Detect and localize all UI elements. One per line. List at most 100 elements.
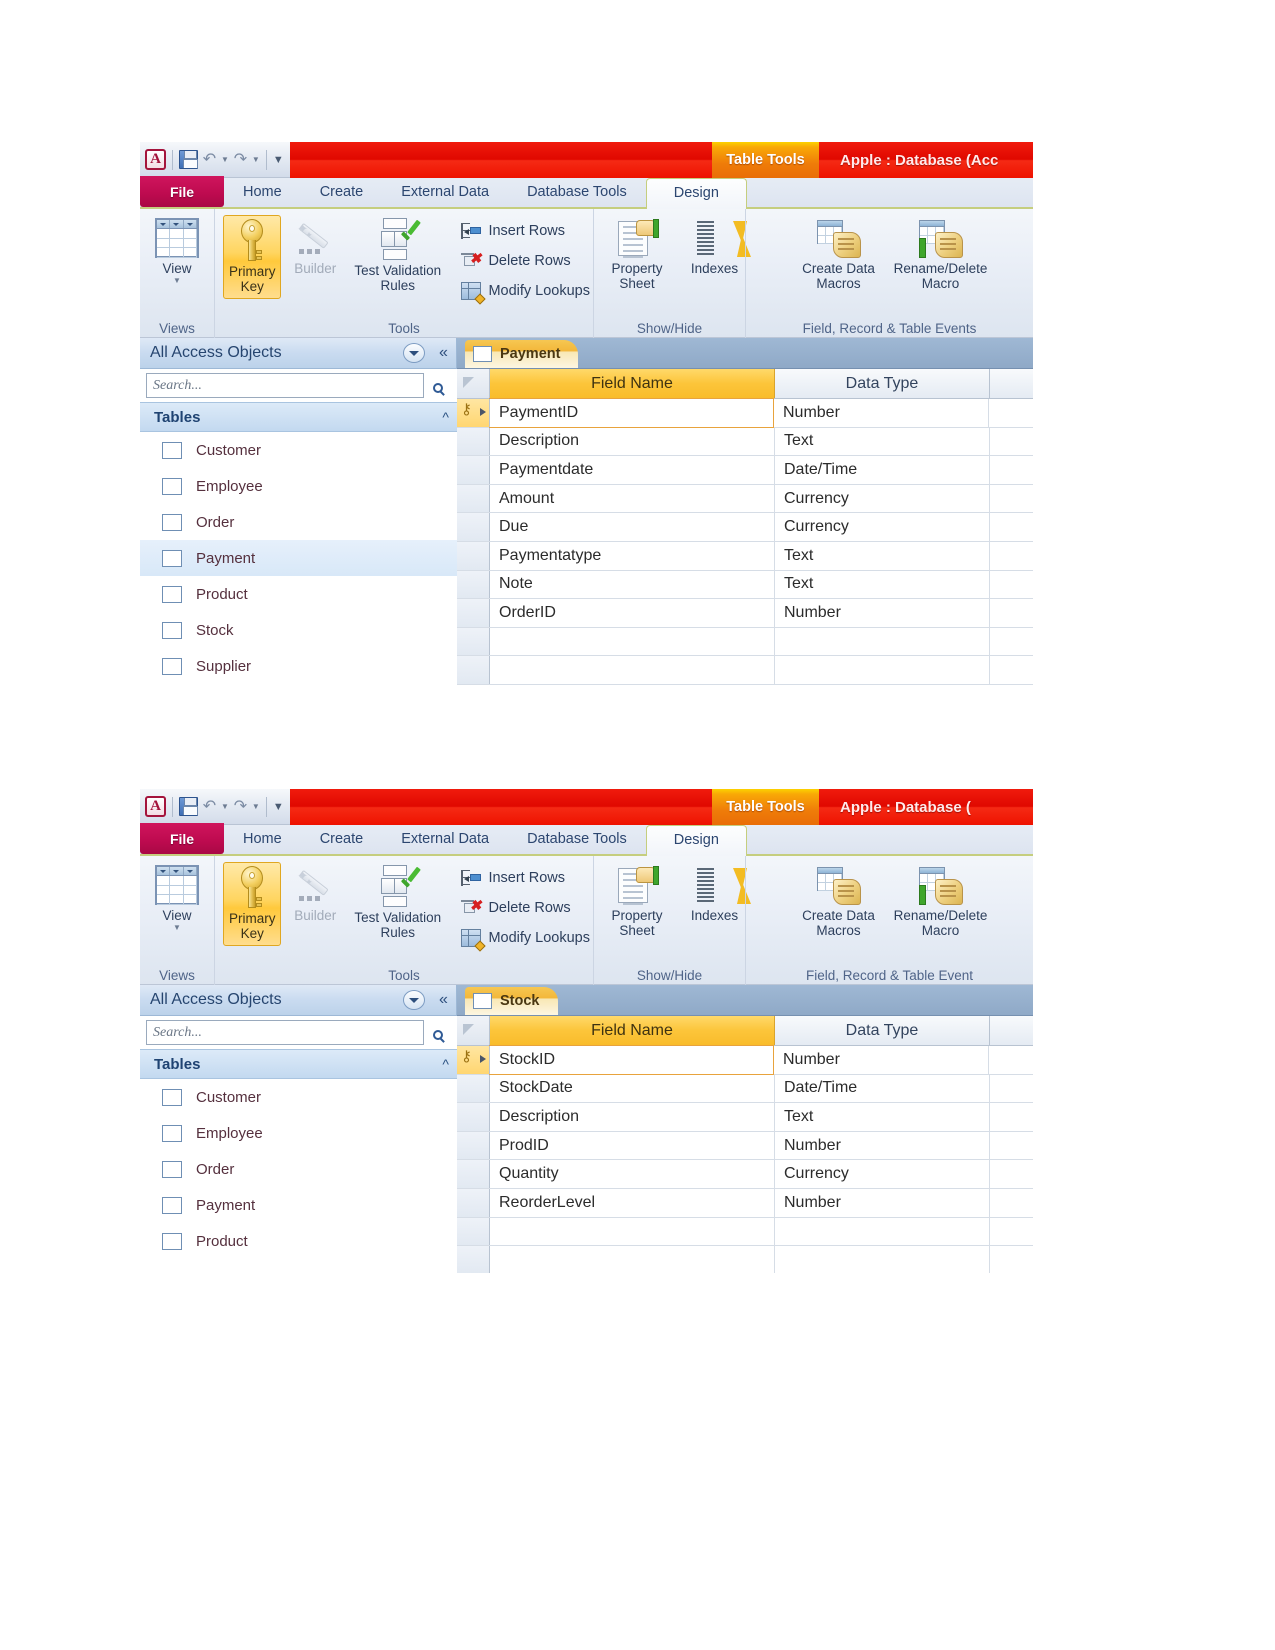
- description-cell[interactable]: [990, 571, 1033, 599]
- column-header-description[interactable]: [990, 369, 1033, 398]
- description-cell[interactable]: [990, 1103, 1033, 1131]
- row-selector[interactable]: [457, 484, 490, 513]
- field-name-cell[interactable]: Description: [490, 427, 775, 456]
- description-cell[interactable]: [990, 1218, 1033, 1246]
- field-name-cell[interactable]: [490, 656, 775, 684]
- data-type-cell[interactable]: [775, 656, 990, 684]
- field-name-cell[interactable]: Paymentatype: [490, 541, 775, 570]
- description-cell[interactable]: [990, 456, 1033, 484]
- nav-item-product[interactable]: Product: [140, 576, 457, 612]
- redo-icon[interactable]: ↷: [232, 798, 249, 815]
- column-header-field-name[interactable]: Field Name: [490, 1016, 775, 1045]
- description-cell[interactable]: [990, 1189, 1033, 1217]
- chevron-up-icon[interactable]: ^: [442, 1056, 448, 1072]
- save-icon[interactable]: [179, 797, 198, 816]
- undo-icon[interactable]: ↶: [201, 798, 218, 815]
- undo-icon[interactable]: ↶: [201, 151, 218, 168]
- quick-access-toolbar[interactable]: A ↶ ▼ ↷ ▼ ▼: [140, 789, 290, 825]
- row-selector[interactable]: [457, 1131, 490, 1160]
- field-name-cell[interactable]: ReorderLevel: [490, 1188, 775, 1217]
- tab-home[interactable]: Home: [224, 176, 301, 207]
- description-cell[interactable]: [990, 599, 1033, 627]
- customize-qat-icon[interactable]: ▼: [273, 154, 284, 166]
- table-row[interactable]: [457, 1246, 1033, 1273]
- search-input[interactable]: Search...: [146, 1020, 424, 1045]
- nav-item-supplier[interactable]: Supplier: [140, 648, 457, 684]
- field-name-cell[interactable]: OrderID: [490, 599, 775, 627]
- tab-external-data[interactable]: External Data: [382, 176, 508, 207]
- access-logo-icon[interactable]: A: [145, 149, 166, 170]
- view-dropdown-icon[interactable]: ▼: [173, 276, 181, 285]
- field-name-cell[interactable]: Quantity: [490, 1160, 775, 1188]
- collapse-pane-icon[interactable]: «: [428, 991, 456, 1009]
- description-cell[interactable]: [989, 399, 1033, 427]
- column-header-data-type[interactable]: Data Type: [775, 1016, 990, 1045]
- table-row[interactable]: ReorderLevel Number: [457, 1188, 1033, 1218]
- nav-item-employee[interactable]: Employee: [140, 468, 457, 504]
- data-type-cell[interactable]: Date/Time: [775, 1074, 990, 1103]
- undo-dropdown-icon[interactable]: ▼: [221, 155, 229, 164]
- data-type-cell[interactable]: Text: [775, 1103, 990, 1131]
- description-cell[interactable]: [990, 656, 1033, 684]
- row-selector[interactable]: [457, 513, 490, 541]
- table-row[interactable]: Note Text: [457, 570, 1033, 600]
- table-row[interactable]: [457, 1217, 1033, 1247]
- navigation-group-tables[interactable]: Tables ^: [140, 1049, 457, 1079]
- view-dropdown-icon[interactable]: ▼: [173, 923, 181, 932]
- indexes-button[interactable]: Indexes: [684, 215, 751, 276]
- table-row[interactable]: Paymentdate Date/Time: [457, 456, 1033, 485]
- table-row[interactable]: StockDate Date/Time: [457, 1074, 1033, 1104]
- delete-rows-button[interactable]: ✖ Delete Rows: [458, 247, 593, 274]
- field-name-cell[interactable]: [490, 1246, 775, 1273]
- view-button[interactable]: View ▼: [143, 862, 211, 932]
- redo-dropdown-icon[interactable]: ▼: [252, 155, 260, 164]
- description-cell[interactable]: [990, 628, 1033, 656]
- nav-item-customer[interactable]: Customer: [140, 432, 457, 468]
- nav-item-employee[interactable]: Employee: [140, 1115, 457, 1151]
- tab-database-tools[interactable]: Database Tools: [508, 176, 646, 207]
- navigation-pane-header[interactable]: All Access Objects «: [140, 338, 457, 369]
- table-row[interactable]: OrderID Number: [457, 599, 1033, 628]
- row-selector[interactable]: [457, 656, 490, 684]
- data-type-cell[interactable]: [775, 1246, 990, 1273]
- tab-database-tools[interactable]: Database Tools: [508, 823, 646, 854]
- nav-item-order[interactable]: Order: [140, 504, 457, 540]
- field-name-cell[interactable]: Note: [490, 570, 775, 599]
- property-sheet-button[interactable]: Property Sheet: [594, 215, 680, 291]
- column-header-data-type[interactable]: Data Type: [775, 369, 990, 398]
- rename-delete-macro-button[interactable]: Rename/Delete Macro: [893, 862, 989, 938]
- field-name-cell[interactable]: Due: [490, 513, 775, 541]
- tab-external-data[interactable]: External Data: [382, 823, 508, 854]
- description-cell[interactable]: [990, 542, 1033, 570]
- test-validation-rules-button[interactable]: Test Validation Rules: [349, 862, 446, 940]
- table-row[interactable]: [457, 656, 1033, 685]
- field-name-cell[interactable]: ProdID: [490, 1131, 775, 1160]
- row-selector[interactable]: [457, 1103, 490, 1131]
- create-data-macros-button[interactable]: Create Data Macros: [791, 862, 887, 938]
- table-row[interactable]: Paymentatype Text: [457, 541, 1033, 571]
- row-selector[interactable]: [457, 1188, 490, 1217]
- table-row[interactable]: Description Text: [457, 427, 1033, 457]
- field-name-cell[interactable]: [490, 1217, 775, 1246]
- navigation-group-tables[interactable]: Tables ^: [140, 402, 457, 432]
- modify-lookups-button[interactable]: Modify Lookups: [458, 277, 593, 305]
- save-icon[interactable]: [179, 150, 198, 169]
- data-type-cell[interactable]: Number: [774, 399, 989, 427]
- nav-item-payment[interactable]: Payment: [140, 1187, 457, 1223]
- table-row[interactable]: ProdID Number: [457, 1131, 1033, 1161]
- chevron-down-icon[interactable]: [403, 990, 425, 1010]
- field-name-cell[interactable]: Amount: [490, 484, 775, 513]
- nav-item-order[interactable]: Order: [140, 1151, 457, 1187]
- tab-create[interactable]: Create: [301, 823, 383, 854]
- table-row[interactable]: Amount Currency: [457, 484, 1033, 514]
- row-selector-primary-key[interactable]: ⚷: [457, 399, 490, 427]
- row-selector-primary-key[interactable]: ⚷: [457, 1046, 490, 1074]
- view-button[interactable]: View ▼: [143, 215, 211, 285]
- description-cell[interactable]: [990, 1160, 1033, 1188]
- description-cell[interactable]: [990, 1246, 1033, 1273]
- data-type-cell[interactable]: Text: [775, 570, 990, 599]
- row-selector[interactable]: [457, 456, 490, 484]
- data-type-cell[interactable]: Currency: [775, 513, 990, 541]
- column-header-description[interactable]: [990, 1016, 1033, 1045]
- insert-rows-button[interactable]: Insert Rows: [458, 217, 593, 244]
